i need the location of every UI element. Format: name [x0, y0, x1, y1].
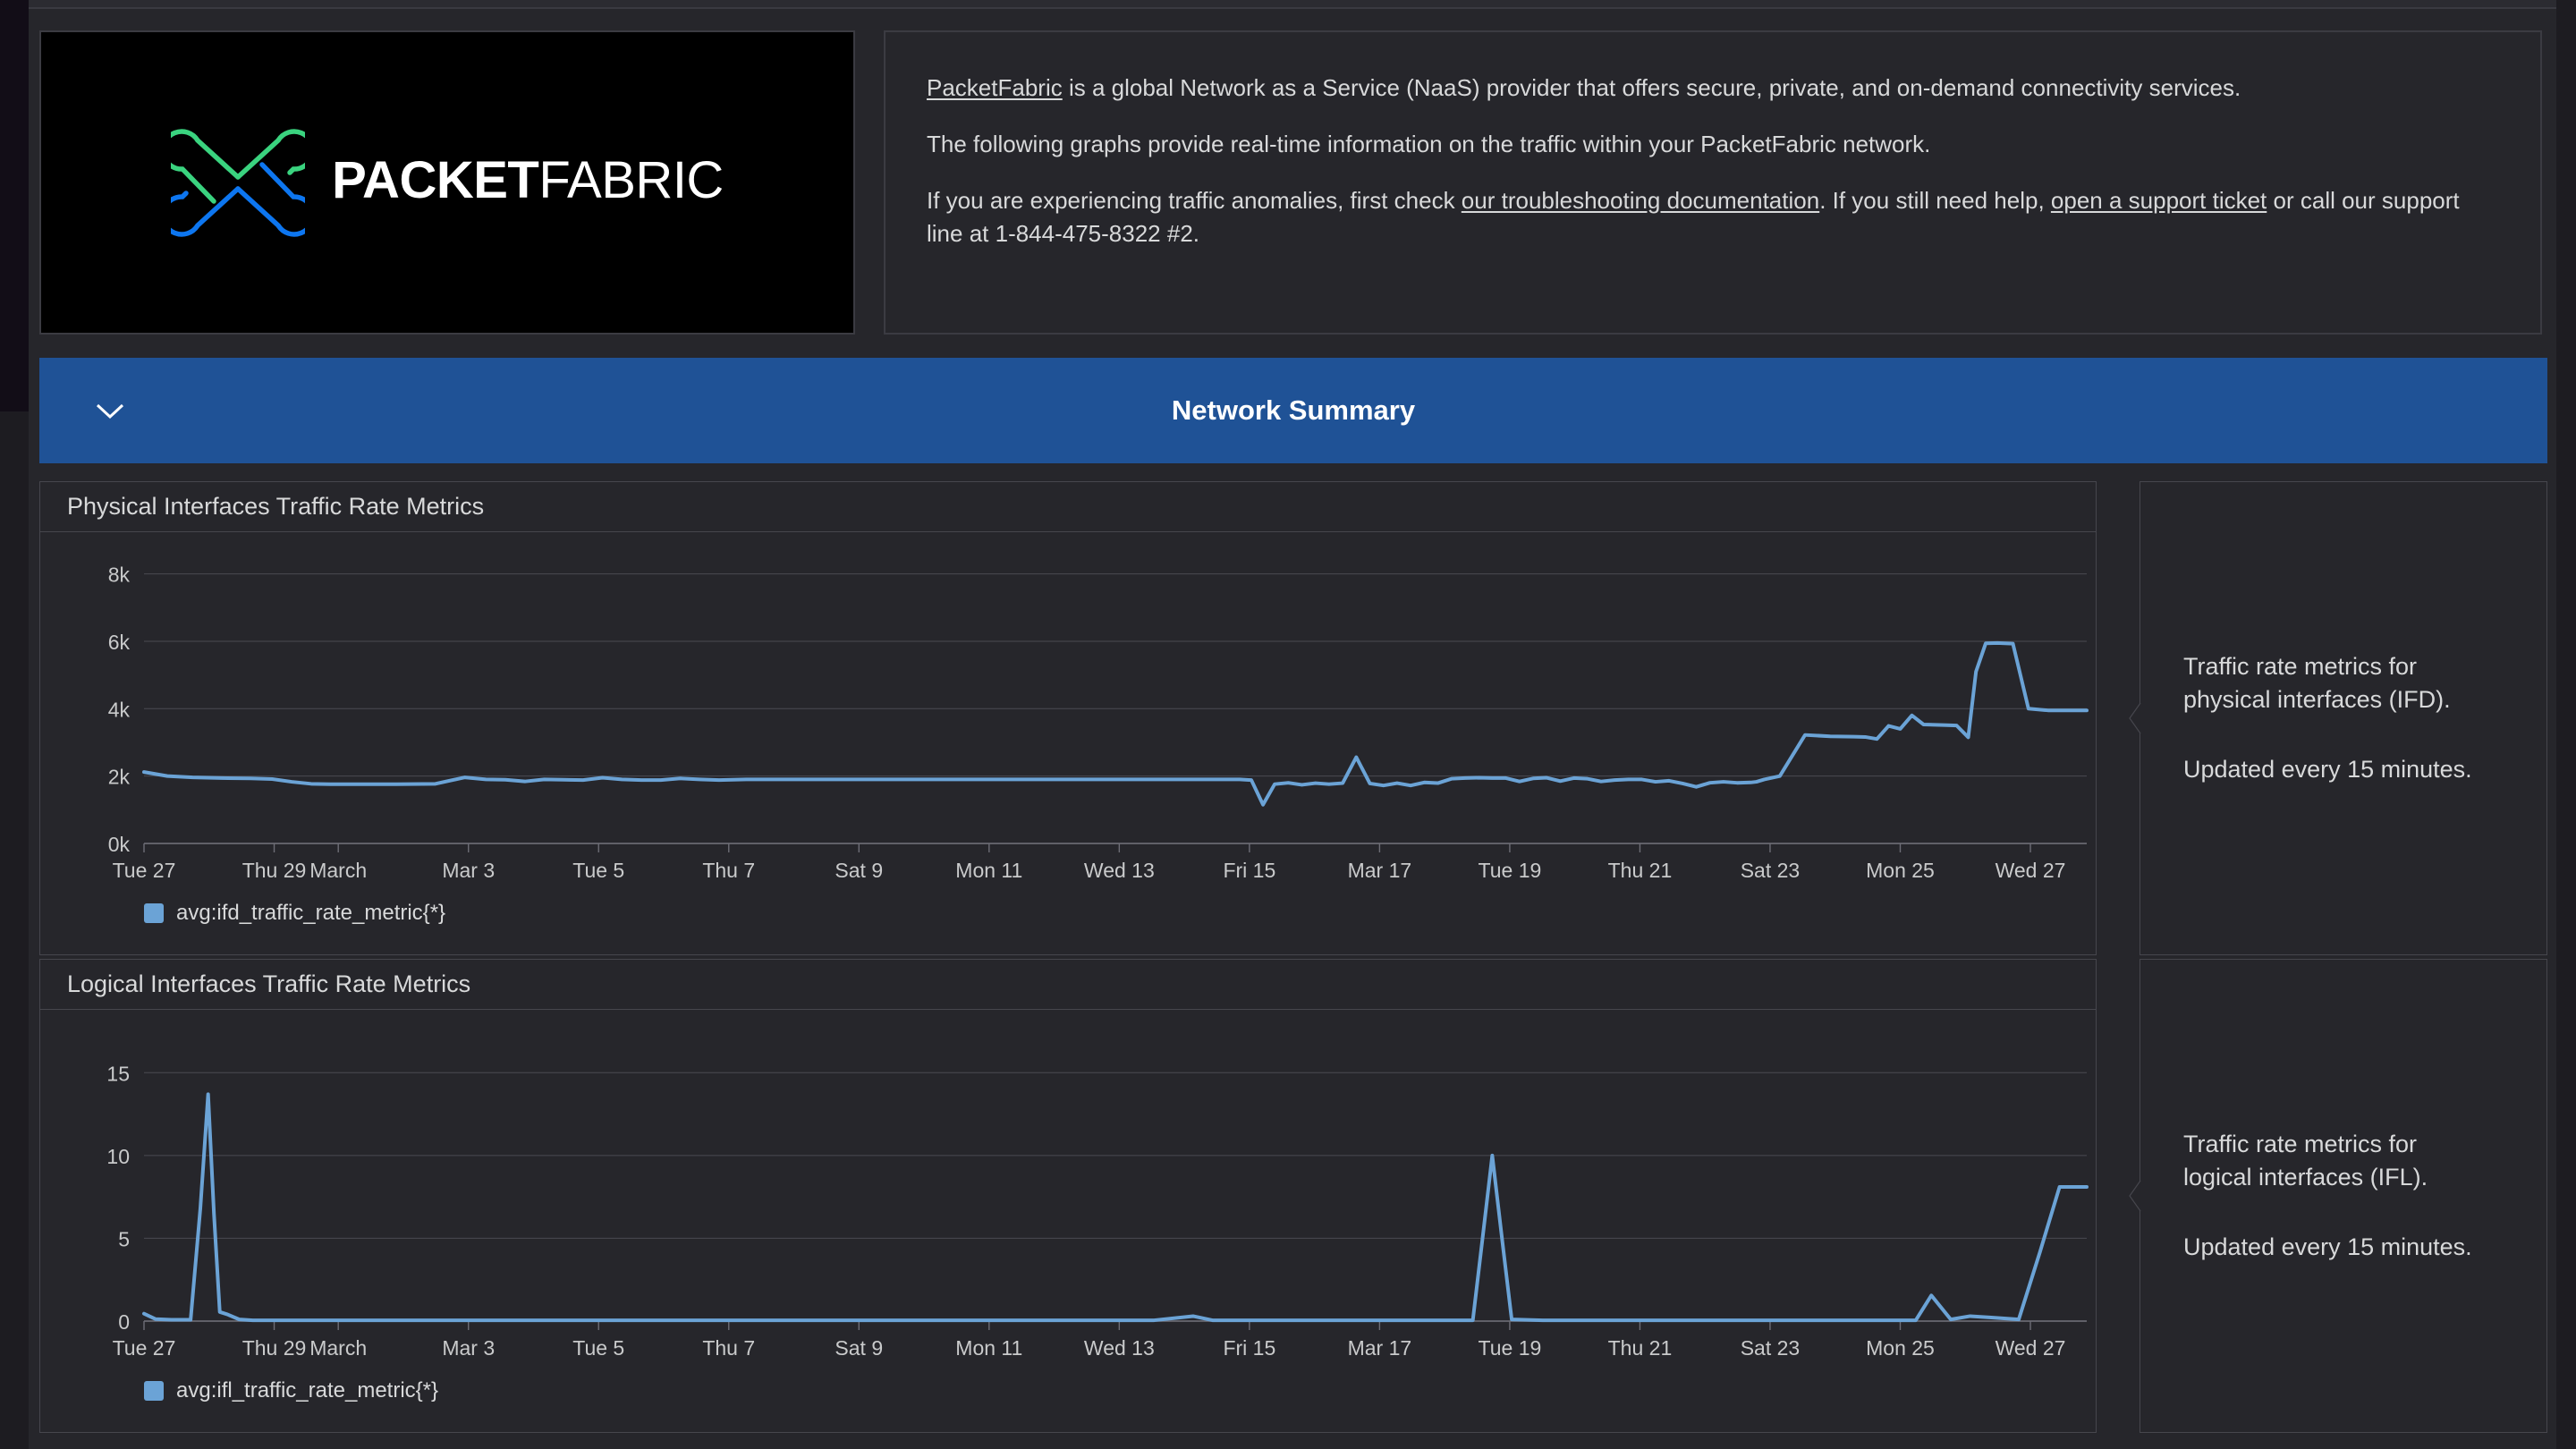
legend-color-swatch: [144, 1381, 164, 1401]
intro-paragraph-3-a: If you are experiencing traffic anomalie…: [927, 186, 1462, 214]
logical-interfaces-chart-title: Logical Interfaces Traffic Rate Metrics: [67, 970, 471, 997]
packetfabric-link[interactable]: PacketFabric: [927, 74, 1063, 101]
svg-text:Wed 13: Wed 13: [1084, 1336, 1155, 1360]
intro-paragraph-3: If you are experiencing traffic anomalie…: [927, 184, 2499, 250]
physical-note-line-1: Traffic rate metrics for: [2183, 652, 2418, 680]
physical-interfaces-legend[interactable]: avg:ifd_traffic_rate_metric{*}: [40, 901, 445, 926]
physical-interfaces-note-panel: Traffic rate metrics for physical interfa…: [2129, 481, 2547, 955]
physical-interfaces-chart-header: Physical Interfaces Traffic Rate Metrics: [40, 482, 2096, 532]
svg-text:Mar 3: Mar 3: [442, 1336, 495, 1360]
logical-interfaces-legend[interactable]: avg:ifl_traffic_rate_metric{*}: [40, 1378, 438, 1403]
chevron-down-icon[interactable]: [95, 402, 125, 419]
logical-note-text-1: Traffic rate metrics for logical interfac…: [2183, 1128, 2514, 1193]
svg-text:Wed 27: Wed 27: [1996, 1336, 2066, 1360]
section-title: Network Summary: [1171, 394, 1416, 426]
svg-text:Mar 3: Mar 3: [442, 859, 495, 882]
svg-text:4k: 4k: [108, 698, 131, 721]
logical-interfaces-line-chart[interactable]: 0 5 10 15 Tue 27 Thu 29 March Mar 3 Tue 5 Thu 7 Sa…: [40, 1010, 2096, 1385]
svg-text:Sat 23: Sat 23: [1741, 1336, 1801, 1360]
network-summary-section-bar[interactable]: Network Summary: [39, 358, 2547, 463]
physical-interfaces-block: Physical Interfaces Traffic Rate Metrics…: [39, 481, 2547, 955]
intro-paragraph-2: The following graphs provide real-time i…: [927, 130, 1931, 157]
svg-text:Tue 19: Tue 19: [1479, 1336, 1542, 1360]
troubleshooting-docs-link[interactable]: our troubleshooting documentation: [1462, 187, 1819, 214]
svg-text:Mon 11: Mon 11: [955, 1336, 1022, 1360]
svg-text:Tue 27: Tue 27: [113, 1336, 176, 1360]
dashboard-page: PACKETFABRIC PacketFabric is a global Ne…: [0, 0, 2576, 1449]
brand-wordmark: PACKETFABRIC: [332, 155, 724, 210]
physical-interfaces-chart-panel: Physical Interfaces Traffic Rate Metrics…: [39, 481, 2097, 955]
logical-interfaces-block: Logical Interfaces Traffic Rate Metrics …: [39, 959, 2547, 1433]
svg-text:Mar 17: Mar 17: [1348, 1336, 1412, 1360]
viewport-left-rail: [0, 0, 29, 411]
callout-arrow-icon: [2129, 1181, 2141, 1211]
dashboard-header: PACKETFABRIC PacketFabric is a global Ne…: [34, 30, 2547, 335]
svg-text:5: 5: [118, 1227, 130, 1250]
logical-interfaces-plot-area[interactable]: 0 5 10 15 Tue 27 Thu 29 March Mar 3 Tue 5 Thu 7 Sa…: [40, 1010, 2096, 1385]
packetfabric-logo-icon: [171, 128, 306, 237]
physical-note-line-2: physical interfaces (IFD).: [2183, 685, 2451, 713]
svg-text:Wed 13: Wed 13: [1084, 859, 1155, 882]
brand-wordmark-light: FABRIC: [538, 151, 724, 209]
svg-text:0: 0: [118, 1310, 130, 1334]
svg-text:6k: 6k: [108, 631, 131, 654]
intro-paragraph-1: PacketFabric is a global Network as a Se…: [927, 72, 2499, 105]
svg-text:Mon 25: Mon 25: [1866, 859, 1935, 882]
svg-text:Fri 15: Fri 15: [1223, 859, 1275, 882]
svg-text:Mon 25: Mon 25: [1866, 1336, 1935, 1360]
legend-series-label: avg:ifd_traffic_rate_metric{*}: [176, 901, 446, 925]
svg-text:March: March: [309, 1336, 367, 1360]
brand-logo-panel: PACKETFABRIC: [39, 30, 855, 335]
svg-text:Wed 27: Wed 27: [1996, 859, 2066, 882]
svg-text:Mon 11: Mon 11: [955, 859, 1022, 882]
svg-text:Thu 21: Thu 21: [1608, 1336, 1673, 1360]
dashboard-content: PACKETFABRIC PacketFabric is a global Ne…: [29, 9, 2556, 1449]
svg-text:Tue 5: Tue 5: [572, 1336, 624, 1360]
physical-interfaces-line-chart[interactable]: 0k 2k 4k 6k 8k Tue 27 Thu 29 March Mar 3 Tue 5 Thu…: [40, 532, 2096, 908]
svg-text:15: 15: [106, 1062, 130, 1085]
svg-text:Tue 27: Tue 27: [113, 859, 176, 882]
svg-text:Sat 9: Sat 9: [835, 859, 883, 882]
physical-note-text-1: Traffic rate metrics for physical interfa…: [2183, 650, 2514, 716]
physical-interfaces-chart-title: Physical Interfaces Traffic Rate Metrics: [67, 493, 485, 520]
intro-text-panel: PacketFabric is a global Network as a Se…: [884, 30, 2542, 335]
svg-text:Thu 29: Thu 29: [242, 859, 307, 882]
callout-arrow-icon: [2129, 703, 2141, 733]
brand-wordmark-bold: PACKET: [332, 151, 539, 209]
logical-interfaces-chart-header: Logical Interfaces Traffic Rate Metrics: [40, 960, 2096, 1010]
intro-paragraph-3-b: . If you still need help,: [1819, 186, 2051, 214]
svg-text:8k: 8k: [108, 564, 131, 587]
viewport-right-rail: [2556, 0, 2576, 1449]
intro-paragraph-1-rest: is a global Network as a Service (NaaS) …: [1062, 74, 2241, 101]
legend-series-label: avg:ifl_traffic_rate_metric{*}: [176, 1378, 439, 1402]
svg-text:Sat 9: Sat 9: [835, 1336, 883, 1360]
svg-text:0k: 0k: [108, 833, 131, 856]
support-ticket-link[interactable]: open a support ticket: [2051, 187, 2267, 214]
svg-text:2k: 2k: [108, 766, 131, 789]
logical-note-line-2: logical interfaces (IFL).: [2183, 1163, 2428, 1191]
logical-note-text-2: Updated every 15 minutes.: [2183, 1233, 2472, 1261]
logical-interfaces-chart-panel: Logical Interfaces Traffic Rate Metrics …: [39, 959, 2097, 1433]
svg-text:Thu 21: Thu 21: [1608, 859, 1673, 882]
svg-text:10: 10: [106, 1145, 130, 1168]
svg-text:Fri 15: Fri 15: [1223, 1336, 1275, 1360]
svg-text:Thu 29: Thu 29: [242, 1336, 307, 1360]
svg-text:Thu 7: Thu 7: [702, 859, 755, 882]
viewport-left-rail-lower: [0, 411, 29, 1449]
legend-color-swatch: [144, 903, 164, 923]
physical-interfaces-plot-area[interactable]: 0k 2k 4k 6k 8k Tue 27 Thu 29 March Mar 3 Tue 5 Thu…: [40, 532, 2096, 908]
svg-text:Tue 5: Tue 5: [572, 859, 624, 882]
svg-text:Sat 23: Sat 23: [1741, 859, 1801, 882]
physical-note-text-2: Updated every 15 minutes.: [2183, 756, 2472, 784]
logical-note-line-1: Traffic rate metrics for: [2183, 1130, 2418, 1157]
svg-text:Mar 17: Mar 17: [1348, 859, 1412, 882]
viewport-top-rail: [29, 0, 2556, 7]
svg-text:Tue 19: Tue 19: [1479, 859, 1542, 882]
svg-text:March: March: [309, 859, 367, 882]
svg-text:Thu 7: Thu 7: [702, 1336, 755, 1360]
logical-interfaces-note-panel: Traffic rate metrics for logical interfac…: [2129, 959, 2547, 1433]
